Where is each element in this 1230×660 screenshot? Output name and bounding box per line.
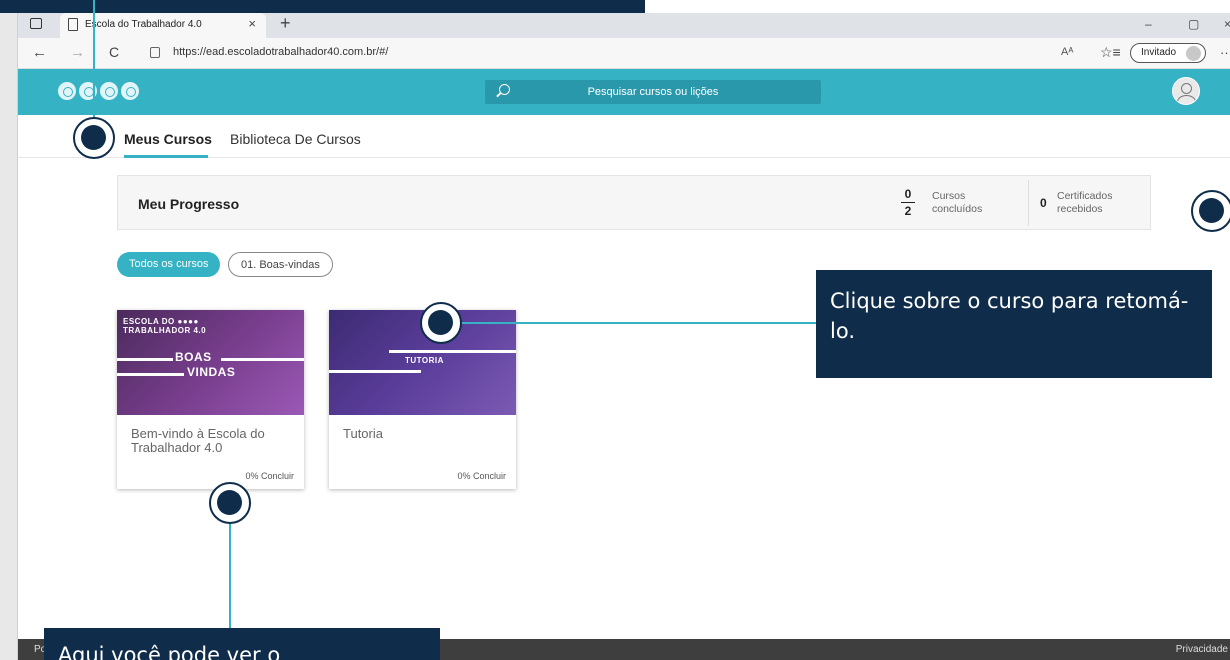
active-tab-underline [124,155,208,158]
thumb-title-2: VINDAS [187,365,236,379]
tab-title: Escola do Trabalhador 4.0 [85,19,202,30]
tab-actions-icon[interactable] [30,18,42,29]
course-title[interactable]: Tutoria [343,427,503,441]
forward-button[interactable]: → [70,44,85,61]
certificates-count: 0 [1040,196,1047,210]
course-title[interactable]: Bem-vindo à Escola do Trabalhador 4.0 [131,427,291,455]
profile-label: Invitado [1141,47,1177,58]
more-menu-button[interactable]: ··· [1220,45,1230,60]
browser-tab-bar: Escola do Trabalhador 4.0 × + – ▢ × [18,13,1230,38]
tutorial-callout-progress: Aqui você pode ver o [44,628,440,660]
course-nav-tabs: Meus Cursos Biblioteca De Cursos [18,115,1230,158]
certificates-label: Certificados [1057,190,1113,202]
browser-tab[interactable]: Escola do Trabalhador 4.0 × [60,13,266,38]
progress-title: Meu Progresso [138,196,240,212]
favorites-icon[interactable]: ☆≡ [1100,44,1121,61]
logo-dot-icon[interactable] [121,82,139,100]
tab-close-icon[interactable]: × [248,16,256,31]
tutorial-callout-resume: Clique sobre o curso para retomá-lo. [816,270,1212,378]
thumb-stripe [117,358,173,361]
user-body-icon [1177,95,1196,104]
restore-button[interactable]: ▢ [1188,17,1199,31]
stat-divider [1028,180,1029,226]
url-field[interactable]: https://ead.escoladotrabalhador40.com.br… [173,46,388,58]
left-window-strip [0,0,18,660]
page-icon [68,18,78,31]
search-input[interactable]: Pesquisar cursos ou lições [485,80,821,104]
courses-label: Cursos [932,190,966,202]
course-card-boas-vindas[interactable]: ESCOLA DO ●●●● TRABALHADOR 4.0 BOAS VIND… [117,310,304,489]
minimize-button[interactable]: – [1145,17,1152,31]
thumb-stripe [221,358,304,361]
courses-completed-fraction: 0 2 [901,187,915,218]
read-aloud-icon[interactable]: Aᴬ [1061,46,1073,58]
tutorial-marker-progress [209,482,251,524]
logo-dot-icon[interactable] [100,82,118,100]
browser-address-bar: ← → C https://ead.escoladotrabalhador40.… [18,38,1230,69]
thumb-stripe [389,350,516,353]
certificates-label-2: recebidos [1057,203,1103,215]
user-head-icon [1181,83,1192,94]
tutorial-top-banner [0,0,645,13]
profile-avatar-icon [1186,46,1201,61]
thumb-stripe [117,373,184,376]
close-window-button[interactable]: × [1224,17,1230,31]
progress-card: Meu Progresso 0 2 Cursos concluídos 0 Ce… [117,175,1151,230]
course-progress: 0% Concluir [245,471,294,481]
app-header: Pesquisar cursos ou lições [18,69,1230,115]
thumb-title-1: BOAS [175,350,212,364]
profile-button[interactable]: Invitado [1130,43,1206,63]
courses-completed-count: 0 [904,187,912,201]
tutorial-marker-course [420,302,462,344]
courses-total-count: 2 [904,204,912,218]
back-button[interactable]: ← [32,44,47,61]
thumb-stripe [329,370,421,373]
filter-all-courses[interactable]: Todos os cursos [117,252,221,277]
new-tab-button[interactable]: + [280,13,291,34]
course-thumbnail[interactable]: ESCOLA DO ●●●● TRABALHADOR 4.0 BOAS VIND… [117,310,304,415]
user-avatar[interactable] [1172,77,1200,105]
course-card-tutoria[interactable]: TUTORIA Tutoria 0% Concluir [329,310,516,489]
filter-boas-vindas[interactable]: 01. Boas-vindas [228,252,333,277]
tutorial-marker-nav [73,117,115,159]
tab-meus-cursos[interactable]: Meus Cursos [124,131,212,147]
thumb-title: TUTORIA [405,356,444,365]
privacy-link[interactable]: Privacidade [1176,644,1228,655]
search-placeholder: Pesquisar cursos ou lições [587,86,719,98]
tutorial-connector [93,0,95,118]
tab-biblioteca-de-cursos[interactable]: Biblioteca De Cursos [230,131,361,147]
courses-label-2: concluídos [932,203,983,215]
thumb-brand: ESCOLA DO ●●●● TRABALHADOR 4.0 [123,317,207,335]
lock-icon[interactable] [150,47,160,58]
tutorial-connector [229,520,231,630]
tutorial-connector [452,322,816,324]
logo-dot-icon[interactable] [58,82,76,100]
course-progress: 0% Concluir [457,471,506,481]
tutorial-marker-edge [1191,190,1230,232]
refresh-button[interactable]: C [109,44,119,60]
